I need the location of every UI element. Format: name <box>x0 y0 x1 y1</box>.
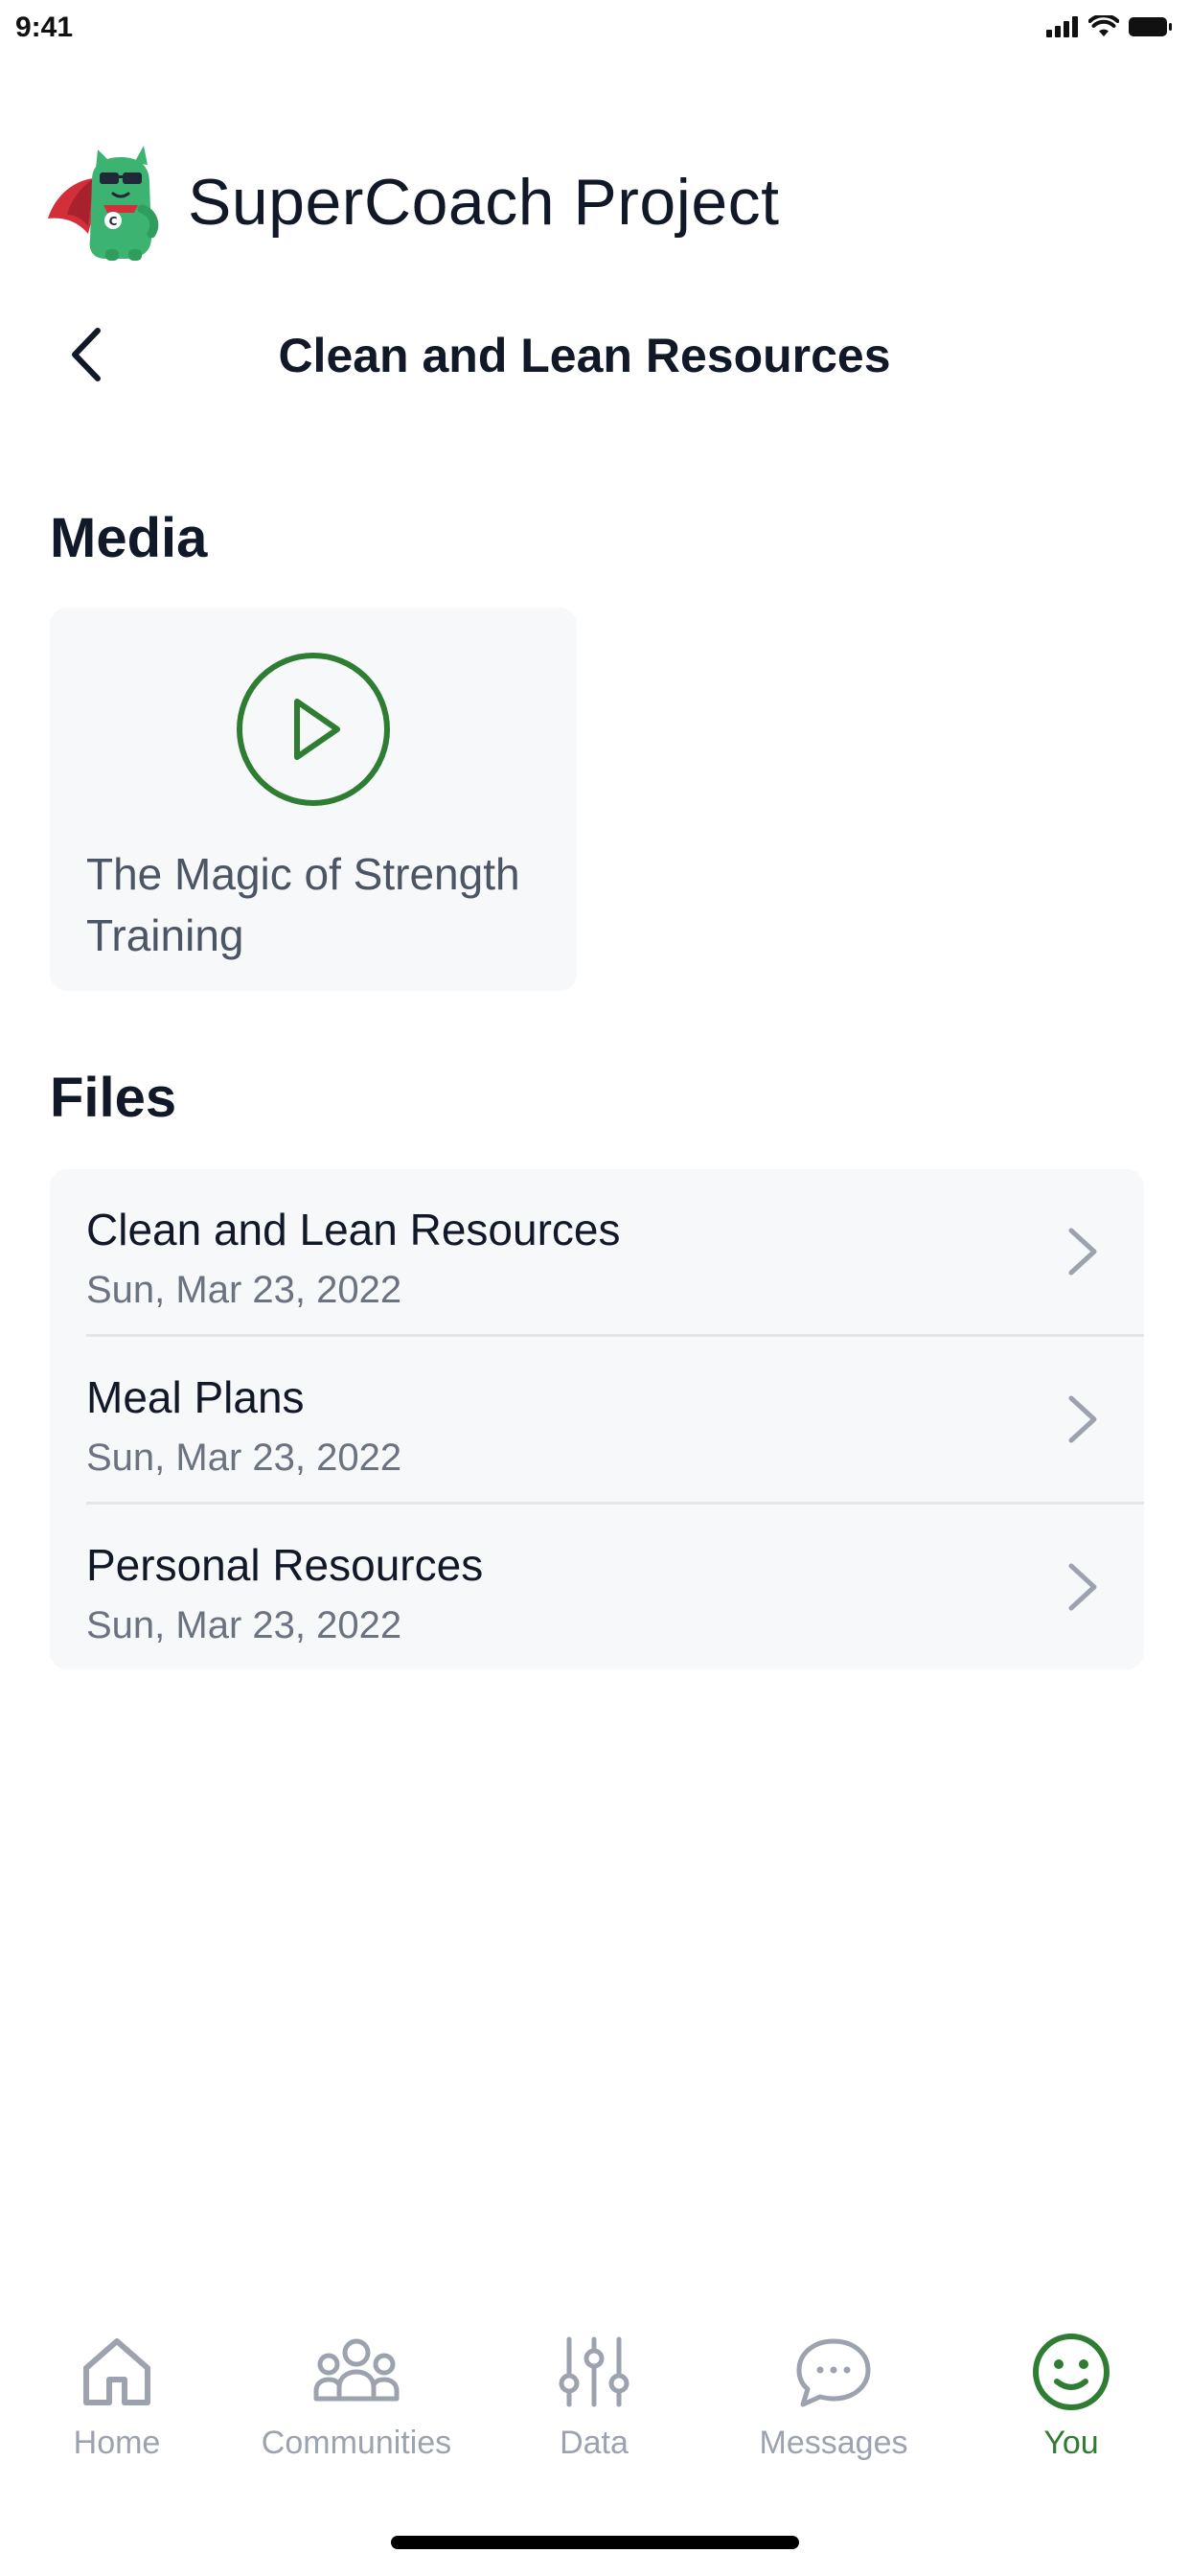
chat-bubble-icon <box>796 2338 871 2407</box>
tab-data[interactable]: Data <box>479 2329 709 2482</box>
chevron-right-icon <box>1068 1563 1097 1611</box>
tab-label: Data <box>560 2425 629 2461</box>
sliders-icon <box>559 2336 629 2407</box>
media-title: The Magic of Strength Training <box>86 849 520 960</box>
files-section-title: Files <box>50 1067 177 1129</box>
app-title: SuperCoach Project <box>188 166 780 239</box>
smiley-icon <box>1033 2334 1110 2410</box>
tab-home[interactable]: Home <box>2 2329 232 2482</box>
supercoach-mascot-logo: C <box>48 146 159 261</box>
battery-icon <box>1129 17 1172 36</box>
status-time: 9:41 <box>15 12 74 43</box>
tab-label: You <box>1043 2425 1099 2461</box>
chevron-right-icon <box>1068 1228 1097 1276</box>
svg-text:C: C <box>109 215 118 228</box>
tab-label: Home <box>73 2425 161 2461</box>
file-name: Personal Resources <box>86 1540 484 1590</box>
status-icons <box>1046 15 1173 38</box>
brand-header: C SuperCoach Project <box>46 142 780 263</box>
status-bar: 9:41 <box>0 0 1190 58</box>
file-name: Meal Plans <box>86 1372 305 1422</box>
files-list: Clean and Lean Resources Sun, Mar 23, 20… <box>50 1169 1144 1669</box>
tab-messages[interactable]: Messages <box>719 2329 949 2482</box>
signal-icon <box>1046 16 1078 37</box>
file-row-meal-plans[interactable]: Meal Plans Sun, Mar 23, 2022 <box>50 1337 1144 1502</box>
media-section-title: Media <box>50 507 208 569</box>
media-card[interactable]: The Magic of Strength Training <box>50 608 577 991</box>
file-name: Clean and Lean Resources <box>86 1205 621 1254</box>
file-row-personal-resources[interactable]: Personal Resources Sun, Mar 23, 2022 <box>50 1505 1144 1669</box>
bottom-tab-bar: Home Communities Data Messages You <box>0 2329 1190 2482</box>
people-icon <box>313 2338 400 2402</box>
file-date: Sun, Mar 23, 2022 <box>86 1604 402 1646</box>
chevron-right-icon <box>1068 1395 1097 1443</box>
tab-label: Communities <box>261 2425 452 2461</box>
play-icon <box>237 653 390 806</box>
file-date: Sun, Mar 23, 2022 <box>86 1269 402 1311</box>
wifi-icon <box>1088 15 1119 36</box>
tab-label: Messages <box>759 2425 908 2461</box>
tab-communities[interactable]: Communities <box>241 2329 471 2482</box>
tab-you[interactable]: You <box>956 2329 1186 2482</box>
home-icon <box>83 2338 150 2405</box>
file-row-clean-and-lean-resources[interactable]: Clean and Lean Resources Sun, Mar 23, 20… <box>50 1169 1144 1334</box>
navigation-header: Clean and Lean Resources <box>0 307 1190 402</box>
page-title: Clean and Lean Resources <box>278 329 891 382</box>
file-date: Sun, Mar 23, 2022 <box>86 1437 402 1479</box>
home-indicator[interactable] <box>391 2536 799 2549</box>
